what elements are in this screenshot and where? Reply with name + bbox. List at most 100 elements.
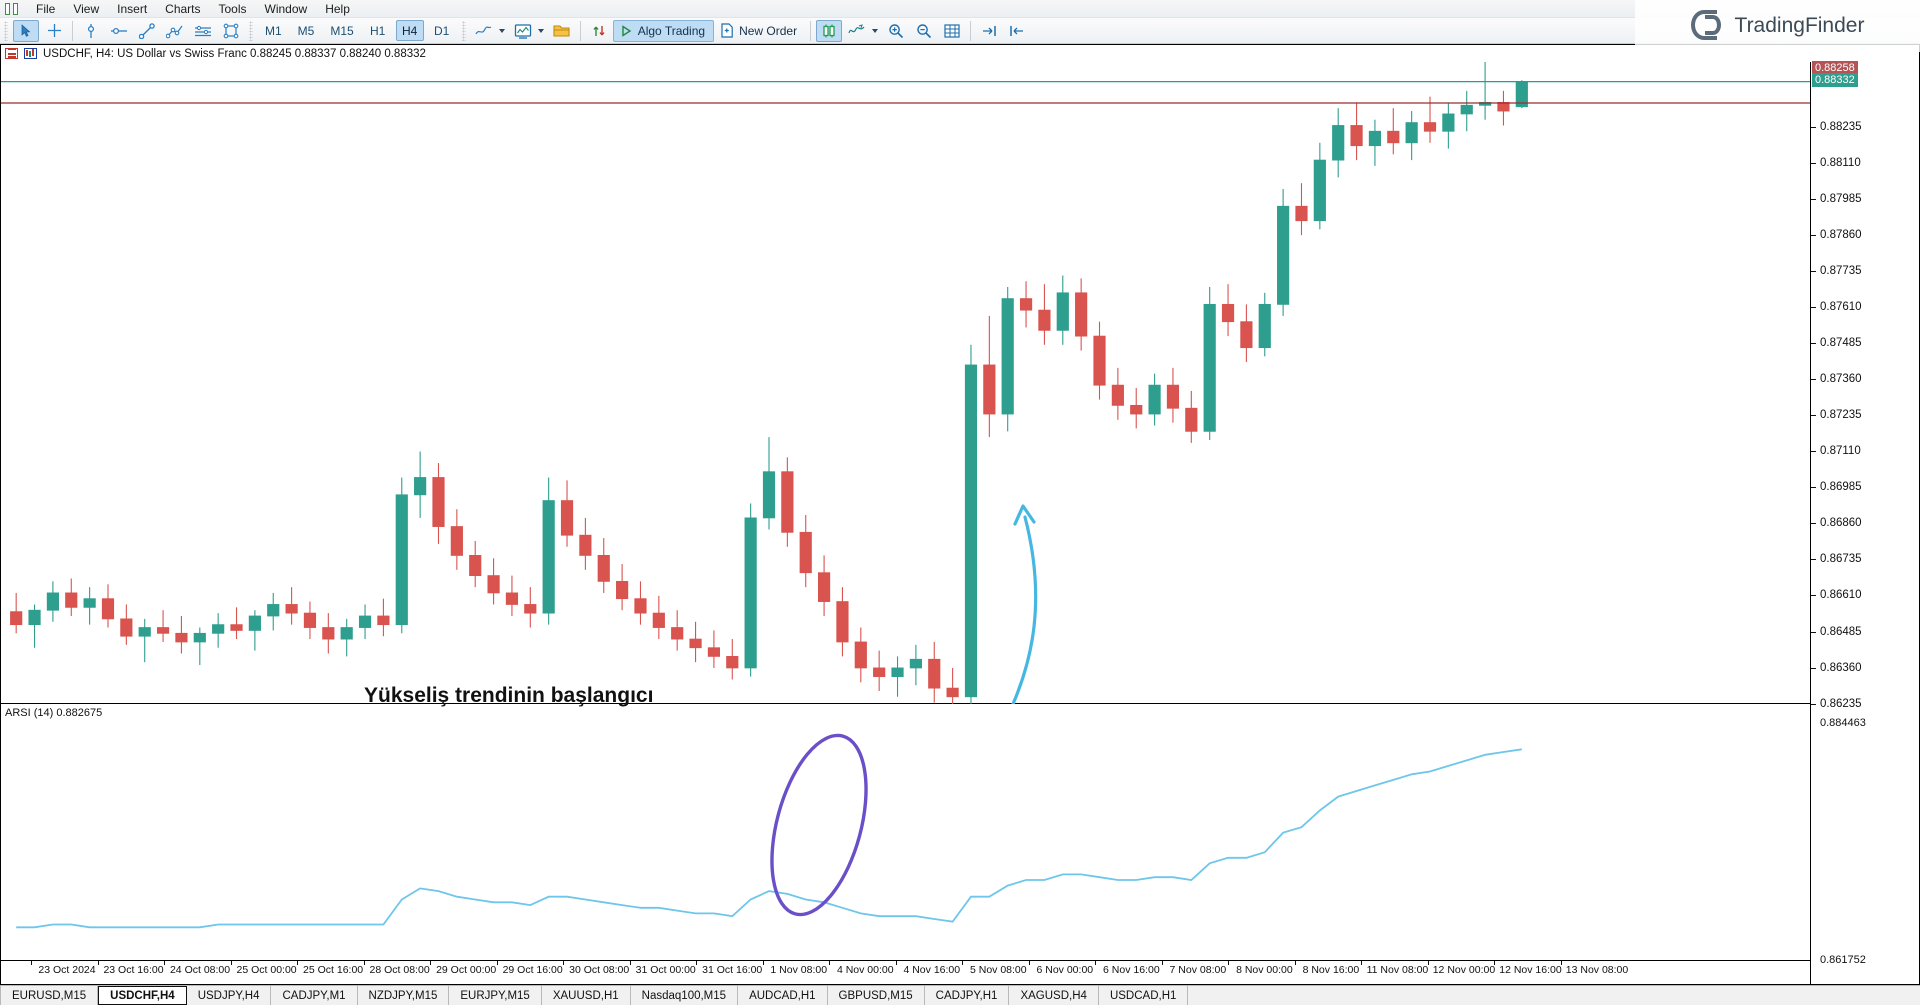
toolbar-grip-3[interactable]: [462, 21, 466, 41]
indicator-svg: [1, 705, 1810, 962]
price-tick-mark: [1811, 668, 1816, 669]
price-tick-mark: [1811, 343, 1816, 344]
new-order-label: New Order: [739, 24, 797, 38]
time-tick-mark: [563, 961, 564, 965]
toolbar-divider-2: [580, 21, 581, 41]
price-tick-mark: [1811, 127, 1816, 128]
time-tick-mark: [297, 961, 298, 965]
price-axis-label: 0.87860: [1820, 229, 1862, 241]
indicator-label: ARSI (14) 0.882675: [5, 707, 102, 719]
scroll-to-end-icon[interactable]: [976, 20, 1002, 42]
zoom-out-icon[interactable]: [911, 20, 937, 42]
indicator-pane[interactable]: ARSI (14) 0.882675: [1, 705, 1810, 960]
time-axis[interactable]: 23 Oct 202423 Oct 16:0024 Oct 08:0025 Oc…: [1, 960, 1810, 984]
menu-item-view[interactable]: View: [64, 1, 108, 17]
chart-tab-cadjpy-m1[interactable]: CADJPY,M1: [271, 986, 357, 1005]
chart-window[interactable]: USDCHF, H4: US Dollar vs Swiss Franc 0.8…: [0, 44, 1920, 985]
ask-price-badge: 0.88332: [1812, 73, 1858, 87]
horizontal-line-icon[interactable]: [106, 20, 132, 42]
algo-trading-button[interactable]: Algo Trading: [613, 20, 714, 42]
time-axis-label: 4 Nov 16:00: [903, 964, 960, 976]
cursor-icon[interactable]: [13, 20, 39, 42]
chart-tab-cadjpy-h1[interactable]: CADJPY,H1: [925, 986, 1010, 1005]
equidistant-channel-icon[interactable]: [190, 20, 216, 42]
menu-item-file[interactable]: File: [27, 1, 64, 17]
trendline-icon[interactable]: [134, 20, 160, 42]
auto-scroll-icon[interactable]: [1004, 20, 1030, 42]
grid-icon[interactable]: [939, 20, 965, 42]
price-tick-mark: [1811, 379, 1816, 380]
menu-item-tools[interactable]: Tools: [210, 1, 256, 17]
menu-item-window[interactable]: Window: [256, 1, 317, 17]
timeframe-m15[interactable]: M15: [324, 20, 359, 41]
chart-tab-eurusd-m15[interactable]: EURUSD,M15: [0, 986, 98, 1005]
toolbar-grip-2[interactable]: [249, 21, 253, 41]
time-axis-label: 11 Nov 08:00: [1367, 964, 1429, 976]
price-axis-label: 0.86985: [1820, 481, 1862, 493]
time-tick-mark: [1295, 961, 1296, 965]
chart-tab-gbpusd-m15[interactable]: GBPUSD,M15: [828, 986, 925, 1005]
open-folder-icon[interactable]: [549, 20, 575, 42]
time-axis-label: 25 Oct 00:00: [237, 964, 297, 976]
oscillator-icon[interactable]: [844, 20, 870, 42]
chart-tab-audcad-h1[interactable]: AUDCAD,H1: [738, 986, 827, 1005]
price-axis-label: 0.86610: [1820, 589, 1862, 601]
zoom-in-icon[interactable]: [883, 20, 909, 42]
toolbar-grip[interactable]: [4, 21, 8, 41]
polyline-icon[interactable]: [162, 20, 188, 42]
timeframe-h1[interactable]: H1: [364, 20, 392, 41]
chevron-down-icon-oscillator[interactable]: [872, 29, 878, 33]
chevron-down-icon-templates[interactable]: [538, 29, 544, 33]
timeframe-d1[interactable]: D1: [428, 20, 456, 41]
time-tick-mark: [231, 961, 232, 965]
price-axis-label: 0.86235: [1820, 698, 1862, 710]
chart-tab-usdcad-h1[interactable]: USDCAD,H1: [1099, 986, 1188, 1005]
time-axis-label: 12 Nov 16:00: [1499, 964, 1561, 976]
timeframe-h4[interactable]: H4: [396, 20, 424, 41]
price-tick-mark: [1811, 523, 1816, 524]
metatrader-window: FileViewInsertChartsToolsWindowHelp: [0, 0, 1920, 1005]
price-axis-label: 0.87110: [1820, 445, 1861, 457]
timeframe-m1[interactable]: M1: [259, 20, 288, 41]
rectangle-shape-icon[interactable]: [218, 20, 244, 42]
time-tick-mark: [497, 961, 498, 965]
chevron-down-icon-indicators[interactable]: [499, 29, 505, 33]
vertical-line-icon[interactable]: [78, 20, 104, 42]
chart-symbol-header: USDCHF, H4: US Dollar vs Swiss Franc 0.8…: [1, 45, 426, 62]
price-tick-mark: [1811, 487, 1816, 488]
up-down-arrows-icon[interactable]: [586, 20, 612, 42]
chart-tab-nasdaq100-m15[interactable]: Nasdaq100,M15: [631, 986, 738, 1005]
menu-item-help[interactable]: Help: [316, 1, 359, 17]
menu-item-charts[interactable]: Charts: [156, 1, 209, 17]
time-axis-label: 8 Nov 00:00: [1236, 964, 1293, 976]
chart-tab-xauusd-h1[interactable]: XAUUSD,H1: [542, 986, 631, 1005]
time-tick-mark: [1361, 961, 1362, 965]
new-document-icon: [720, 23, 734, 38]
price-axis[interactable]: 0.882350.881100.879850.878600.877350.876…: [1810, 62, 1920, 985]
chart-template-icon[interactable]: [510, 20, 536, 42]
menu-item-insert[interactable]: Insert: [108, 1, 156, 17]
time-axis-label: 5 Nov 08:00: [970, 964, 1027, 976]
time-tick-mark: [630, 961, 631, 965]
chart-tab-usdchf-h4[interactable]: USDCHF,H4: [98, 986, 187, 1005]
chart-tab-nzdjpy-m15[interactable]: NZDJPY,M15: [358, 986, 450, 1005]
price-axis-label: 0.87235: [1820, 409, 1862, 421]
price-tick-mark: [1811, 235, 1816, 236]
chart-tab-eurjpy-m15[interactable]: EURJPY,M15: [449, 986, 541, 1005]
price-axis-label: 0.87360: [1820, 373, 1862, 385]
time-tick-mark: [1494, 961, 1495, 965]
crosshair-icon[interactable]: [41, 20, 67, 42]
timeframe-m5[interactable]: M5: [292, 20, 321, 41]
price-axis-label: 0.86735: [1820, 553, 1862, 565]
line-chart-icon[interactable]: [471, 20, 497, 42]
time-tick-mark: [696, 961, 697, 965]
price-pane[interactable]: Yükseliş trendinin başlangıcı: [1, 62, 1810, 704]
new-order-button[interactable]: New Order: [714, 20, 806, 42]
candlestick-chart-icon[interactable]: [816, 20, 842, 42]
chart-tab-xagusd-h4[interactable]: XAGUSD,H4: [1009, 986, 1098, 1005]
time-axis-label: 29 Oct 00:00: [436, 964, 496, 976]
chart-tab-usdjpy-h4[interactable]: USDJPY,H4: [187, 986, 272, 1005]
time-axis-label: 31 Oct 00:00: [636, 964, 696, 976]
chart-plot-area[interactable]: Yükseliş trendinin başlangıcı ARSI (14) …: [1, 62, 1919, 984]
time-tick-mark: [896, 961, 897, 965]
